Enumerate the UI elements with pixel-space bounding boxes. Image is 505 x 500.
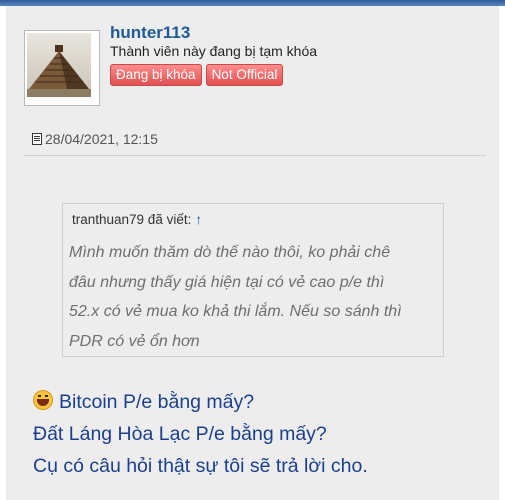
quote-header: tranthuan79 đã viết: ↑ [72,212,202,227]
reply-line: Đất Láng Hòa Lạc P/e bằng mấy? [33,423,327,445]
quote-body: Mình muốn thăm dò thế nào thôi, ko phải … [69,238,437,356]
post-date: 28/04/2021, 12:15 [32,131,158,147]
avatar[interactable] [24,30,100,106]
user-badges: Đang bị khóa Not Official [110,64,284,86]
user-status: Thành viên này đang bị tạm khóa [110,43,318,59]
up-arrow-icon[interactable]: ↑ [195,212,202,227]
badge-banned: Đang bị khóa [110,64,202,86]
username[interactable]: hunter113 [110,23,190,43]
badge-not-official: Not Official [205,64,284,86]
pyramid-avatar-image [27,33,91,97]
document-icon [32,133,42,145]
quote-line: Mình muốn thăm dò thế nào thôi, ko phải … [69,244,391,261]
forum-post: hunter113 Thành viên này đang bị tạm khó… [6,6,499,500]
quote-block: tranthuan79 đã viết: ↑ Mình muốn thăm dò … [62,203,444,357]
divider [24,155,486,156]
reply-line-text: Bitcoin P/e bằng mấy? [59,391,255,413]
reply-text: Bitcoin P/e bằng mấy? Đất Láng Hòa Lạc P… [33,386,368,482]
quote-author: tranthuan79 đã viết: [72,212,192,227]
post-date-text[interactable]: 28/04/2021, 12:15 [45,131,158,147]
reply-line: Bitcoin P/e bằng mấy? [33,386,368,418]
laughing-emoji-icon [33,390,53,410]
quote-line: đâu nhưng thấy giá hiện tại có vẻ cao p/… [69,273,385,291]
quote-line: 52.x có vẻ mua ko khả thi lắm. Nếu so sá… [69,303,402,320]
reply-line: Cụ có câu hỏi thật sự tôi sẽ trả lời cho… [33,455,368,477]
quote-line: PDR có vẻ ổn hơn [69,332,200,350]
